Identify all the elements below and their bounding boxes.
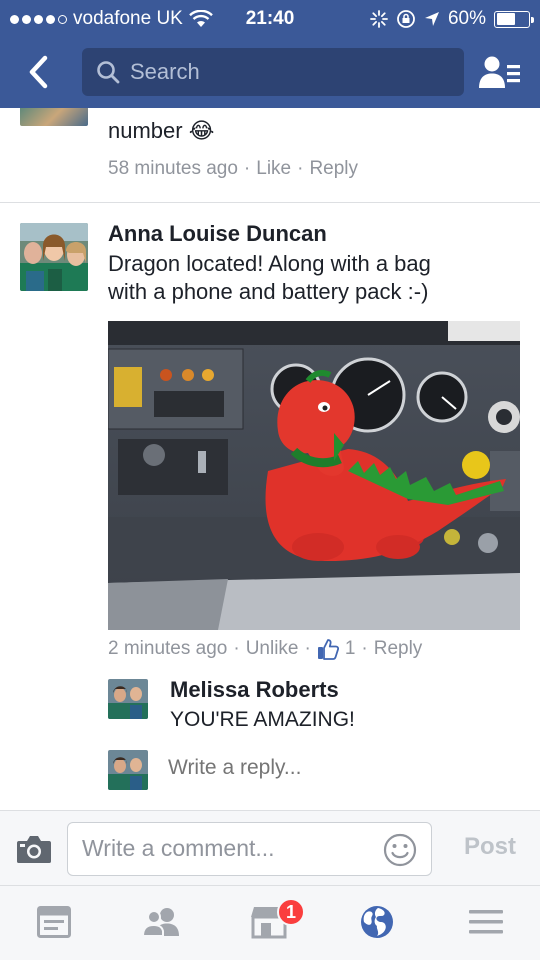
tab-bar: 1 bbox=[0, 886, 540, 960]
status-bar: vodafone UK 21:40 60% bbox=[0, 0, 540, 38]
friend-requests-button[interactable] bbox=[478, 52, 522, 92]
avatar[interactable] bbox=[108, 679, 148, 719]
back-button[interactable] bbox=[18, 50, 58, 94]
reply-input[interactable] bbox=[168, 756, 468, 780]
tab-menu[interactable] bbox=[466, 904, 506, 940]
location-arrow-icon bbox=[424, 12, 439, 26]
search-bar[interactable] bbox=[82, 48, 464, 96]
avatar[interactable] bbox=[20, 223, 88, 291]
camera-button[interactable] bbox=[16, 833, 52, 865]
friend-list-icon bbox=[479, 56, 520, 88]
comment-text: number 😂 bbox=[108, 118, 215, 143]
notification-badge: 1 bbox=[277, 898, 305, 926]
comment-actions: 2 minutes ago · Unlike · 1 · Reply bbox=[108, 638, 423, 660]
avatar bbox=[108, 750, 148, 790]
reply-text: YOU'RE AMAZING! bbox=[170, 708, 355, 731]
reply-link[interactable]: Reply bbox=[374, 638, 423, 660]
comment-photo[interactable] bbox=[108, 321, 520, 630]
friends-icon bbox=[141, 908, 179, 937]
tab-notifications[interactable] bbox=[357, 904, 397, 940]
comment-text-line-1: Dragon located! Along with a bag bbox=[108, 251, 431, 276]
avatar-photo bbox=[108, 750, 148, 790]
hamburger-menu-icon bbox=[469, 910, 503, 934]
reply-link[interactable]: Reply bbox=[309, 158, 358, 180]
comment-timestamp: 58 minutes ago bbox=[108, 158, 238, 179]
comment-actions: 58 minutes ago · Like · Reply bbox=[108, 158, 359, 180]
nav-bar bbox=[0, 46, 540, 98]
activity-spinner-icon bbox=[370, 10, 388, 28]
unlike-link[interactable]: Unlike bbox=[246, 638, 299, 660]
comment-text-line-2: with a phone and battery pack :-) bbox=[108, 279, 429, 304]
emoji-icon[interactable] bbox=[383, 833, 417, 867]
comment-timestamp: 2 minutes ago bbox=[108, 638, 228, 659]
search-input[interactable] bbox=[130, 59, 430, 85]
comment-composer: Post bbox=[0, 810, 540, 886]
tab-marketplace[interactable]: 1 bbox=[249, 898, 305, 940]
battery-percent: 60% bbox=[447, 8, 486, 29]
tab-friends[interactable] bbox=[141, 904, 181, 940]
dragon-on-control-panel-image bbox=[108, 321, 520, 630]
top-bar: vodafone UK 21:40 60% Search bbox=[0, 0, 540, 108]
comment-input[interactable] bbox=[82, 835, 372, 862]
chevron-left-icon bbox=[29, 55, 48, 89]
search-icon bbox=[97, 61, 120, 84]
comment-author[interactable]: Anna Louise Duncan bbox=[108, 221, 327, 247]
avatar-photo bbox=[20, 223, 88, 291]
battery-icon bbox=[494, 10, 534, 28]
divider bbox=[0, 202, 540, 203]
reply-author[interactable]: Melissa Roberts bbox=[170, 677, 339, 703]
news-feed-icon bbox=[37, 906, 71, 938]
avatar-photo bbox=[108, 679, 148, 719]
like-count[interactable]: 1 bbox=[345, 638, 356, 660]
avatar[interactable] bbox=[20, 108, 88, 126]
like-link[interactable]: Like bbox=[256, 158, 291, 180]
status-right: 60% bbox=[370, 8, 534, 30]
post-button[interactable]: Post bbox=[464, 833, 516, 861]
globe-icon bbox=[361, 906, 393, 938]
comments-thread: number 😂 58 minutes ago · Like · Reply A… bbox=[0, 108, 540, 810]
camera-icon bbox=[17, 836, 51, 863]
tab-news-feed[interactable] bbox=[34, 904, 74, 940]
comment-input-box[interactable] bbox=[67, 822, 432, 876]
thumbs-up-icon bbox=[317, 639, 339, 660]
rotation-lock-icon bbox=[397, 10, 415, 28]
